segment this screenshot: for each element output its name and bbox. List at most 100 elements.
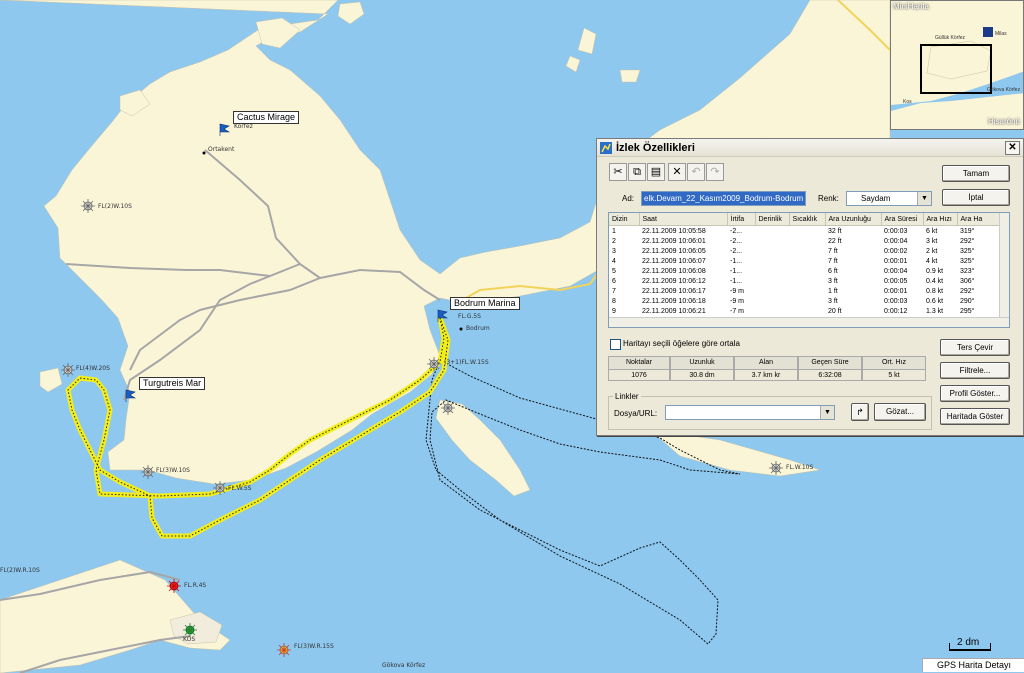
column-header[interactable]: Ara Hızı	[923, 213, 958, 226]
table-cell: 22.11.2009 10:05:58	[642, 227, 706, 235]
dialog-titlebar[interactable]: İzlek Özellikleri ✕	[597, 139, 1023, 157]
table-cell: 6	[612, 277, 616, 285]
table-row[interactable]: 3 22.11.2009 10:06:05 -2... 7 ft 0:00:02 2 kt…	[609, 246, 1004, 256]
table-row[interactable]: 4 22.11.2009 10:06:07 -1... 7 ft 0:00:01 4 kt…	[609, 256, 1004, 266]
table-cell: 2 kt	[926, 247, 938, 255]
lighthouse-icon	[61, 363, 75, 377]
table-row[interactable]: 8 22.11.2009 10:06:18 -9 m 3 ft 0:00:03 0.6 k…	[609, 296, 1004, 306]
table-row[interactable]: 2 22.11.2009 10:06:01 -2... 22 ft 0:00:04 3 k…	[609, 236, 1004, 246]
table-cell: 0.8 kt	[926, 287, 944, 295]
minimap[interactable]: MiniHarita Güllük Körfez Milas Gökova Kö…	[890, 0, 1024, 130]
column-header[interactable]: Saat	[639, 213, 728, 226]
stat-points: Noktalar 1076	[608, 356, 670, 381]
paste-icon[interactable]: ▤	[647, 163, 665, 181]
table-cell: 1 ft	[828, 287, 838, 295]
table-cell	[755, 236, 789, 246]
table-cell: 0:00:12	[884, 307, 908, 315]
table-cell: 3 ft	[828, 297, 838, 305]
table-cell: -9 m	[730, 297, 744, 305]
table-header-row: Dizin Saat İrtifa Derinlik Sıcaklık Ara …	[609, 213, 1005, 226]
minimap-bottom-label: Hisarönü	[987, 117, 1020, 126]
chevron-down-icon[interactable]: ▼	[820, 406, 834, 419]
file-url-label: Dosya/URL:	[614, 409, 658, 418]
links-label: Linkler	[613, 392, 641, 401]
table-cell: 290°	[960, 297, 975, 305]
table-cell: 22.11.2009 10:06:01	[642, 237, 706, 245]
track-stats: Noktalar 1076 Uzunluk 30.8 dm Alan 3.7 km k…	[608, 356, 926, 381]
minimap-title: MiniHarita	[893, 2, 930, 11]
vertical-scrollbar[interactable]	[999, 213, 1009, 319]
track-icon	[600, 141, 612, 154]
table-row[interactable]: 9 22.11.2009 10:06:21 -7 m 20 ft 0:00:12 1.3 …	[609, 306, 1004, 316]
file-url-input[interactable]: ▼	[665, 405, 835, 420]
ok-button[interactable]: Tamam	[942, 165, 1010, 182]
town-dot	[459, 327, 463, 331]
table-cell: 3 ft	[828, 277, 838, 285]
column-header[interactable]: Derinlik	[755, 213, 790, 226]
undo-icon[interactable]: ↶	[687, 163, 705, 181]
waypoint-label-bodrum-marina[interactable]: Bodrum Marina	[450, 297, 520, 310]
table-cell: 6 ft	[828, 267, 838, 275]
lighthouse-icon	[213, 481, 227, 495]
table-cell	[789, 296, 825, 306]
table-cell: 22.11.2009 10:06:18	[642, 297, 706, 305]
table-cell: 295°	[960, 307, 975, 315]
filter-button[interactable]: Filtrele...	[940, 362, 1010, 379]
copy-icon[interactable]: ⧉	[628, 163, 646, 181]
color-value: Saydam	[861, 194, 891, 203]
horizontal-scrollbar[interactable]	[609, 317, 1009, 327]
table-cell: 325°	[960, 257, 975, 265]
table-cell: 0:00:03	[884, 227, 908, 235]
label-fl3: FL(3)W.10S	[156, 467, 190, 474]
browse-button[interactable]: Gözat...	[874, 403, 926, 421]
table-cell: 306°	[960, 277, 975, 285]
table-row[interactable]: 6 22.11.2009 10:06:12 -1... 3 ft 0:00:05 0.4 …	[609, 276, 1004, 286]
lighthouse-icon	[427, 357, 441, 371]
table-cell: -2...	[730, 247, 743, 255]
table-cell: 0:00:03	[884, 297, 908, 305]
column-header[interactable]: Sıcaklık	[789, 213, 826, 226]
column-header[interactable]: İrtifa	[727, 213, 756, 226]
label-fl2: (3+1)FL.W.15S	[444, 359, 489, 366]
center-map-label: Haritayı seçili öğelere göre ortala	[623, 339, 740, 348]
profile-button[interactable]: Profil Göster...	[940, 385, 1010, 402]
chevron-down-icon[interactable]: ▼	[917, 192, 931, 205]
cut-icon[interactable]: ✂	[609, 163, 627, 181]
table-row[interactable]: 5 22.11.2009 10:06:08 -1... 6 ft 0:00:04 0.9 …	[609, 266, 1004, 276]
label-fl-top: FL(2)W.10S	[98, 203, 132, 210]
name-field[interactable]: elk.Devam_22_Kasım2009_Bodrum-Bodrum	[641, 191, 806, 206]
column-header[interactable]: Ara Süresi	[881, 213, 924, 226]
cancel-button[interactable]: İptal	[942, 189, 1010, 206]
label-flg: FL.G.5S	[458, 313, 481, 320]
stat-area: Alan 3.7 km kr	[734, 356, 798, 381]
open-link-icon[interactable]: ↱	[851, 403, 869, 421]
track-points-table[interactable]: Dizin Saat İrtifa Derinlik Sıcaklık Ara …	[608, 212, 1010, 328]
table-cell	[789, 306, 825, 316]
center-map-checkbox[interactable]	[610, 339, 621, 350]
column-header[interactable]: Ara Ha	[957, 213, 1005, 226]
table-cell: 0.4 kt	[926, 277, 944, 285]
waypoint-label-turgutreis[interactable]: Turgutreis Mar	[139, 377, 206, 390]
column-header[interactable]: Dizin	[609, 213, 640, 226]
redo-icon[interactable]: ↷	[706, 163, 724, 181]
scale-bar: 2 dm	[949, 637, 991, 652]
table-row[interactable]: 1 22.11.2009 10:05:58 -2... 32 ft 0:00:03 6 k…	[609, 226, 1004, 237]
delete-icon[interactable]: ✕	[668, 163, 686, 181]
color-select[interactable]: Saydam ▼	[846, 191, 932, 206]
table-cell	[789, 266, 825, 276]
table-cell	[789, 286, 825, 296]
lighthouse-icon	[769, 461, 783, 475]
reverse-button[interactable]: Ters Çevir	[940, 339, 1010, 356]
close-icon[interactable]: ✕	[1005, 140, 1020, 155]
minimap-label: Milas	[995, 31, 1007, 37]
table-cell: -2...	[730, 237, 743, 245]
table-cell	[755, 276, 789, 286]
table-cell: 0:00:01	[884, 287, 908, 295]
column-header[interactable]: Ara Uzunluğu	[825, 213, 882, 226]
lighthouse-icon	[81, 199, 95, 213]
color-label: Renk:	[818, 194, 839, 203]
waypoint-label-cactus[interactable]: Cactus Mirage	[233, 111, 300, 124]
label-korfez: Körfez	[234, 123, 253, 130]
show-on-map-button[interactable]: Haritada Göster	[940, 408, 1010, 425]
table-row[interactable]: 7 22.11.2009 10:06:17 -9 m 1 ft 0:00:01 0.8 k…	[609, 286, 1004, 296]
